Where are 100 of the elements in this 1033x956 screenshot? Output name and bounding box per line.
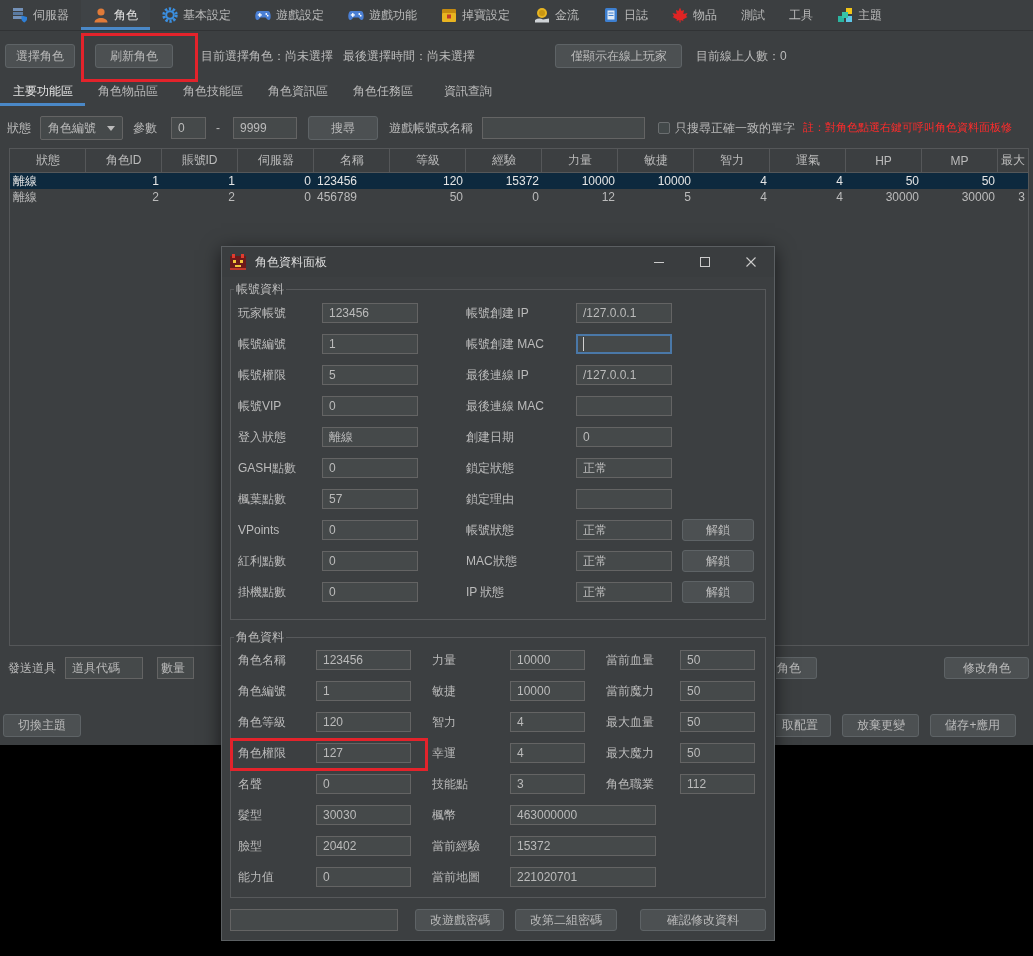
text-field[interactable]: 123456 — [316, 650, 411, 670]
text-field[interactable]: 正常 — [576, 520, 672, 540]
text-field[interactable] — [576, 334, 672, 354]
column-header[interactable]: 經驗 — [466, 149, 542, 172]
text-field[interactable]: 15372 — [510, 836, 656, 856]
table-row[interactable]: 離線 1 1 0 123456 120 15372 10000 10000 4 4 50 50 — [10, 173, 1028, 189]
text-field[interactable]: 221020701 — [510, 867, 656, 887]
text-field[interactable]: 0 — [316, 867, 411, 887]
text-field[interactable]: 4 — [510, 743, 585, 763]
config-button[interactable]: 放棄更變 — [842, 713, 919, 737]
sub-tab[interactable]: 角色物品區 — [85, 80, 170, 106]
text-field[interactable]: 3 — [510, 774, 585, 794]
item-code-field[interactable]: 道具代碼 — [65, 657, 143, 679]
text-field[interactable] — [230, 909, 398, 931]
column-header[interactable]: 角色ID — [86, 149, 162, 172]
column-header[interactable]: 智力 — [694, 149, 770, 172]
menu-tab[interactable]: 金流 — [522, 0, 591, 30]
menu-tab[interactable]: 掉寶設定 — [429, 0, 522, 30]
menu-tab[interactable]: 遊戲功能 — [336, 0, 429, 30]
checkbox[interactable] — [658, 122, 670, 134]
text-field[interactable]: 正常 — [576, 458, 672, 478]
text-field[interactable] — [576, 396, 672, 416]
text-field[interactable]: 0 — [322, 458, 418, 478]
text-field[interactable]: 正常 — [576, 551, 672, 571]
text-field[interactable]: 50 — [680, 681, 755, 701]
text-field[interactable]: 0 — [322, 520, 418, 540]
column-header[interactable]: 運氣 — [770, 149, 846, 172]
text-field[interactable]: 112 — [680, 774, 755, 794]
text-field[interactable]: 4 — [510, 712, 585, 732]
column-header[interactable]: MP — [922, 149, 998, 172]
online-filter-button[interactable]: 僅顯示在線上玩家 — [555, 44, 682, 68]
sub-tab[interactable]: 資訊查詢 — [425, 80, 510, 106]
text-field[interactable]: 50 — [680, 650, 755, 670]
table-cell-text: 4 — [759, 189, 768, 205]
text-field[interactable]: 5 — [322, 365, 418, 385]
text-field[interactable] — [576, 489, 672, 509]
text-field[interactable]: 0 — [322, 396, 418, 416]
text-field[interactable]: 127 — [316, 743, 411, 763]
column-header[interactable]: 力量 — [542, 149, 618, 172]
param-to-field[interactable]: 9999 — [233, 117, 297, 139]
toolbar-button[interactable]: 刷新角色 — [95, 44, 173, 68]
dialog-button[interactable]: 確認修改資料 — [640, 909, 766, 931]
text-field[interactable]: 1 — [322, 334, 418, 354]
text-field[interactable]: 0 — [576, 427, 672, 447]
column-header[interactable]: 賬號ID — [162, 149, 238, 172]
account-search-field[interactable] — [482, 117, 645, 139]
text-field[interactable]: 10000 — [510, 650, 585, 670]
text-field[interactable]: 57 — [322, 489, 418, 509]
column-header[interactable]: 敏捷 — [618, 149, 694, 172]
menu-tab[interactable]: 測試 — [729, 0, 777, 30]
text-field[interactable]: 1 — [316, 681, 411, 701]
text-field[interactable]: 50 — [680, 743, 755, 763]
quantity-field[interactable]: 數量 — [157, 657, 194, 679]
config-button[interactable]: 儲存+應用 — [930, 713, 1016, 737]
unlock-button[interactable]: 解鎖 — [682, 581, 754, 603]
toolbar-button[interactable]: 選擇角色 — [5, 44, 75, 68]
menu-tab[interactable]: 角色 — [81, 0, 150, 30]
menu-tab[interactable]: 日誌 — [591, 0, 660, 30]
text-field[interactable]: 123456 — [322, 303, 418, 323]
sub-tab[interactable]: 角色任務區 — [340, 80, 425, 106]
table-row[interactable]: 離線 2 2 0 456789 50 0 12 5 4 4 30000 30000 3 — [10, 189, 1028, 205]
text-field[interactable]: /127.0.0.1 — [576, 303, 672, 323]
text-field[interactable]: 正常 — [576, 582, 672, 602]
sub-tab[interactable]: 主要功能區 — [0, 80, 85, 106]
dialog-button[interactable]: 改遊戲密碼 — [415, 909, 504, 931]
column-header[interactable]: HP — [846, 149, 922, 172]
column-header[interactable]: 伺服器 — [238, 149, 314, 172]
config-button[interactable]: 取配置 — [776, 713, 831, 737]
menu-tab[interactable]: 主題 — [825, 0, 894, 30]
column-header[interactable]: 最大 — [998, 149, 1028, 172]
text-field[interactable]: 10000 — [510, 681, 585, 701]
dialog-button[interactable]: 改第二組密碼 — [515, 909, 617, 931]
menu-tab[interactable]: 遊戲設定 — [243, 0, 336, 30]
text-field[interactable]: 50 — [680, 712, 755, 732]
unlock-button[interactable]: 解鎖 — [682, 519, 754, 541]
sub-tab[interactable]: 角色資訊區 — [255, 80, 340, 106]
text-field[interactable]: 0 — [322, 551, 418, 571]
role-button[interactable]: 修改角色 — [944, 657, 1029, 679]
menu-tab[interactable]: 伺服器 — [0, 0, 81, 30]
search-button[interactable]: 搜尋 — [308, 116, 378, 140]
text-field[interactable]: 463000000 — [510, 805, 656, 825]
column-header[interactable]: 名稱 — [314, 149, 390, 172]
text-field[interactable]: 20402 — [316, 836, 411, 856]
column-header[interactable]: 等級 — [390, 149, 466, 172]
text-field[interactable]: /127.0.0.1 — [576, 365, 672, 385]
unlock-button[interactable]: 解鎖 — [682, 550, 754, 572]
text-field[interactable]: 120 — [316, 712, 411, 732]
menu-tab[interactable]: 基本設定 — [150, 0, 243, 30]
text-field[interactable]: 離線 — [322, 427, 418, 447]
menu-tab[interactable]: 工具 — [777, 0, 825, 30]
menu-tab[interactable]: 物品 — [660, 0, 729, 30]
sub-tab[interactable]: 角色技能區 — [170, 80, 255, 106]
text-field[interactable]: 0 — [322, 582, 418, 602]
status-dropdown[interactable]: 角色編號 — [40, 116, 123, 140]
text-field[interactable]: 0 — [316, 774, 411, 794]
role-button[interactable]: 角色 — [776, 657, 817, 679]
param-from-field[interactable]: 0 — [171, 117, 206, 139]
column-header[interactable]: 狀態 — [10, 149, 86, 172]
text-field[interactable]: 30030 — [316, 805, 411, 825]
theme-button[interactable]: 切換主題 — [3, 713, 81, 737]
